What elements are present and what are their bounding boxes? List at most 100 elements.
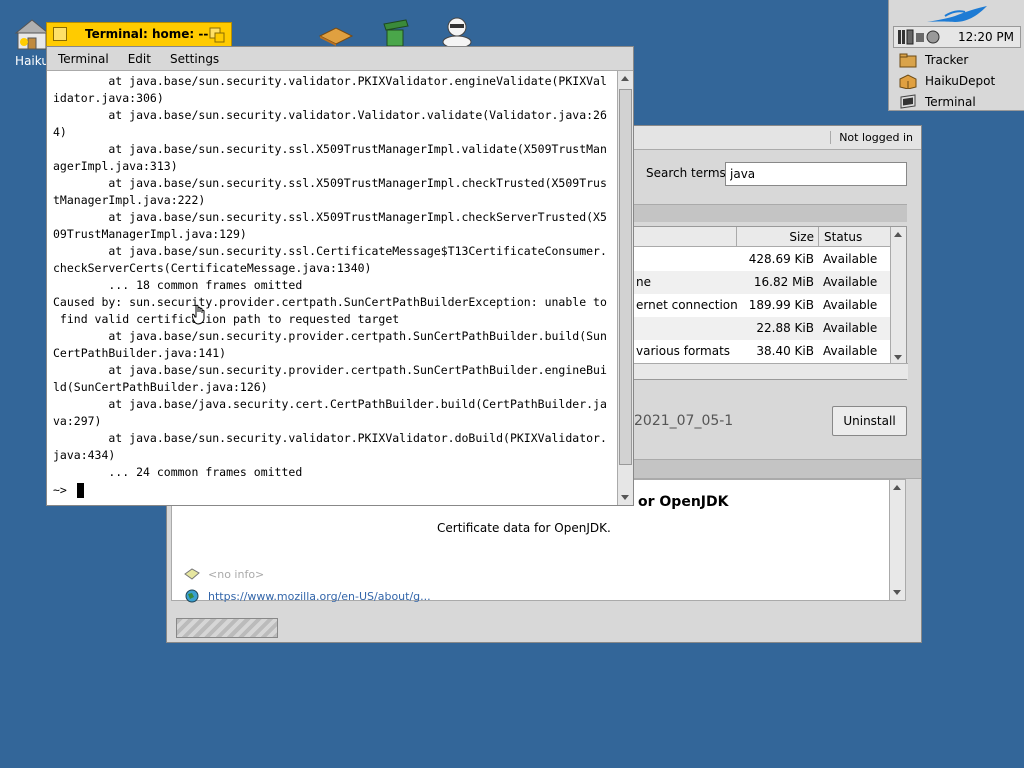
package-list-tab-band [631, 204, 907, 222]
terminal-line: 4) [53, 125, 67, 139]
haikudepot-icon [899, 73, 917, 89]
mouse-cursor-icon [192, 304, 205, 325]
deskbar: 12:20 PM Tracker HaikuDepot Terminal [888, 0, 1024, 111]
globe-icon [185, 589, 199, 603]
deskbar-item-haikudepot[interactable]: HaikuDepot [893, 70, 1021, 91]
window-title: Terminal: home: -- [85, 27, 209, 41]
terminal-line: tManagerImpl.java:222) [53, 193, 206, 207]
terminal-line: at java.base/sun.security.validator.PKIX… [53, 431, 607, 445]
zoom-icon[interactable] [209, 27, 225, 43]
info-scrollbar[interactable] [889, 480, 905, 600]
terminal-line: checkServerCerts(CertificateMessage.java… [53, 261, 372, 275]
progress-indicator [176, 618, 278, 638]
terminal-line: ... 24 common frames omitted [53, 465, 303, 479]
row-status: Available [823, 344, 878, 358]
search-label: Search terms: [646, 166, 730, 180]
terminal-line: 09TrustManagerImpl.java:129) [53, 227, 247, 241]
scroll-down-arrow-icon[interactable] [894, 355, 902, 360]
row-status: Available [823, 275, 878, 289]
column-header-status[interactable]: Status [818, 227, 890, 247]
row-size: 428.69 KiB [748, 252, 814, 266]
terminal-output[interactable]: at java.base/sun.security.validator.PKIX… [53, 73, 617, 481]
tray-icons [898, 29, 940, 45]
package-description: Certificate data for OpenJDK. [437, 521, 611, 535]
scroll-up-arrow-icon[interactable] [893, 485, 901, 490]
terminal-line: CertPathBuilder.java:141) [53, 346, 227, 360]
terminal-line: at java.base/sun.security.ssl.Certificat… [53, 244, 607, 258]
terminal-line: at java.base/sun.security.ssl.X509TrustM… [53, 142, 607, 156]
terminal-scrollbar[interactable] [617, 71, 633, 505]
terminal-line: agerImpl.java:313) [53, 159, 178, 173]
package-title: or OpenJDK [638, 494, 729, 510]
home-desktop-icon[interactable]: Haiku [14, 18, 50, 68]
deskbar-item-label: Tracker [925, 52, 969, 67]
row-size: 16.82 MiB [753, 275, 814, 289]
deskbar-item-tracker[interactable]: Tracker [893, 49, 1021, 70]
deskbar-clock[interactable]: 12:20 PM [958, 30, 1014, 44]
deskbar-item-label: Terminal [925, 94, 976, 109]
terminal-line: at java.base/sun.security.provider.certp… [53, 329, 607, 343]
text-cursor [76, 483, 84, 498]
uninstall-button[interactable]: Uninstall [832, 406, 907, 436]
home-icon [14, 19, 50, 50]
login-status[interactable]: Not logged in [830, 131, 913, 144]
deskbar-tray: 12:20 PM [893, 26, 1021, 48]
table-row[interactable]: various formats 38.40 KiB Available [632, 340, 890, 363]
menu-terminal[interactable]: Terminal [47, 52, 117, 66]
row-status: Available [823, 298, 878, 312]
package-table[interactable]: Size Status 428.69 KiB Available ne 16.8… [631, 226, 908, 380]
publisher-row: <no info> [184, 567, 264, 581]
terminal-prompt: ~> [53, 483, 67, 497]
deskbar-item-terminal[interactable]: Terminal [893, 91, 1021, 112]
terminal-line: at java.base/sun.security.provider.certp… [53, 363, 607, 377]
terminal-line: ld(SunCertPathBuilder.java:126) [53, 380, 268, 394]
close-button[interactable] [53, 27, 67, 41]
table-vertical-scrollbar[interactable] [890, 227, 906, 365]
row-status: Available [823, 252, 878, 266]
leaf-menu-icon[interactable] [925, 4, 989, 26]
menu-settings[interactable]: Settings [159, 52, 227, 66]
table-row[interactable]: 22.88 KiB Available [632, 317, 890, 340]
table-row[interactable]: ernet connection 189.99 KiB Available [632, 294, 890, 317]
terminal-menubar: Terminal Edit Settings [47, 47, 633, 71]
terminal-line: java:434) [53, 448, 116, 462]
scroll-up-arrow-icon[interactable] [621, 76, 629, 81]
home-icon-label: Haiku [15, 54, 49, 68]
terminal-line: idator.java:306) [53, 91, 164, 105]
terminal-line: at java.base/java.security.cert.CertPath… [53, 397, 607, 411]
terminal-line: ... 18 common frames omitted [53, 278, 303, 292]
terminal-line: at java.base/sun.security.validator.Vali… [53, 108, 607, 122]
terminal-icon [900, 93, 916, 109]
scroll-up-arrow-icon[interactable] [894, 232, 902, 237]
table-row[interactable]: 428.69 KiB Available [632, 248, 890, 271]
scroll-down-arrow-icon[interactable] [621, 495, 629, 500]
homepage-row[interactable]: https://www.mozilla.org/en-US/about/g... [184, 589, 431, 603]
terminal-prompt-line[interactable]: ~> [53, 482, 84, 499]
package-version: 2021_07_05-1 [634, 413, 734, 429]
row-name: ernet connection [636, 298, 738, 312]
terminal-title-tab[interactable]: Terminal: home: -- [46, 22, 232, 46]
tracker-icon [899, 53, 917, 67]
scroll-down-arrow-icon[interactable] [893, 590, 901, 595]
trash-icon[interactable] [380, 18, 410, 46]
package-table-header: Size Status [632, 227, 890, 247]
row-status: Available [823, 321, 878, 335]
publisher-icon [184, 568, 200, 580]
table-horizontal-scrollbar[interactable] [632, 363, 908, 379]
scroll-thumb[interactable] [619, 89, 632, 465]
terminal-line: Caused by: sun.security.provider.certpat… [53, 295, 607, 309]
publisher-no-info: <no info> [208, 567, 265, 581]
search-input[interactable] [725, 162, 907, 186]
terminal-line: at java.base/sun.security.ssl.X509TrustM… [53, 210, 607, 224]
homepage-link[interactable]: https://www.mozilla.org/en-US/about/g... [208, 590, 431, 603]
row-size: 22.88 KiB [756, 321, 814, 335]
row-name: ne [636, 275, 651, 289]
people-icon[interactable] [440, 16, 474, 46]
row-size: 38.40 KiB [756, 344, 814, 358]
package-icon[interactable] [318, 24, 354, 46]
menu-edit[interactable]: Edit [117, 52, 159, 66]
terminal-line: at java.base/sun.security.validator.PKIX… [53, 74, 607, 88]
row-name: various formats [636, 344, 731, 358]
column-header-size[interactable]: Size [736, 227, 818, 247]
table-row[interactable]: ne 16.82 MiB Available [632, 271, 890, 294]
